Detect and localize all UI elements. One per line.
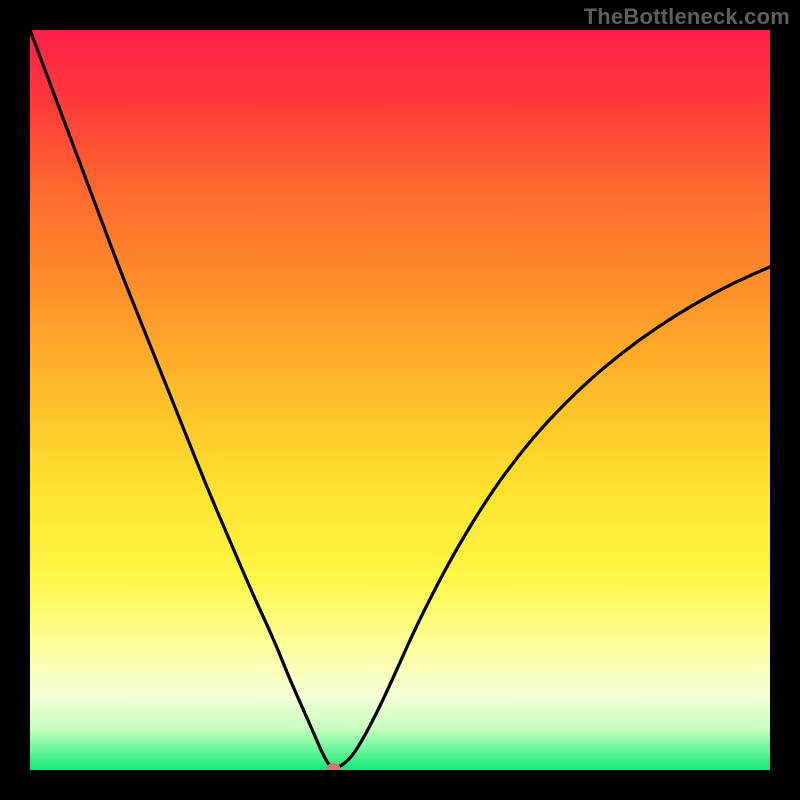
chart-frame: TheBottleneck.com: [0, 0, 800, 800]
bottleneck-chart: [30, 30, 770, 770]
watermark-text: TheBottleneck.com: [584, 4, 790, 30]
